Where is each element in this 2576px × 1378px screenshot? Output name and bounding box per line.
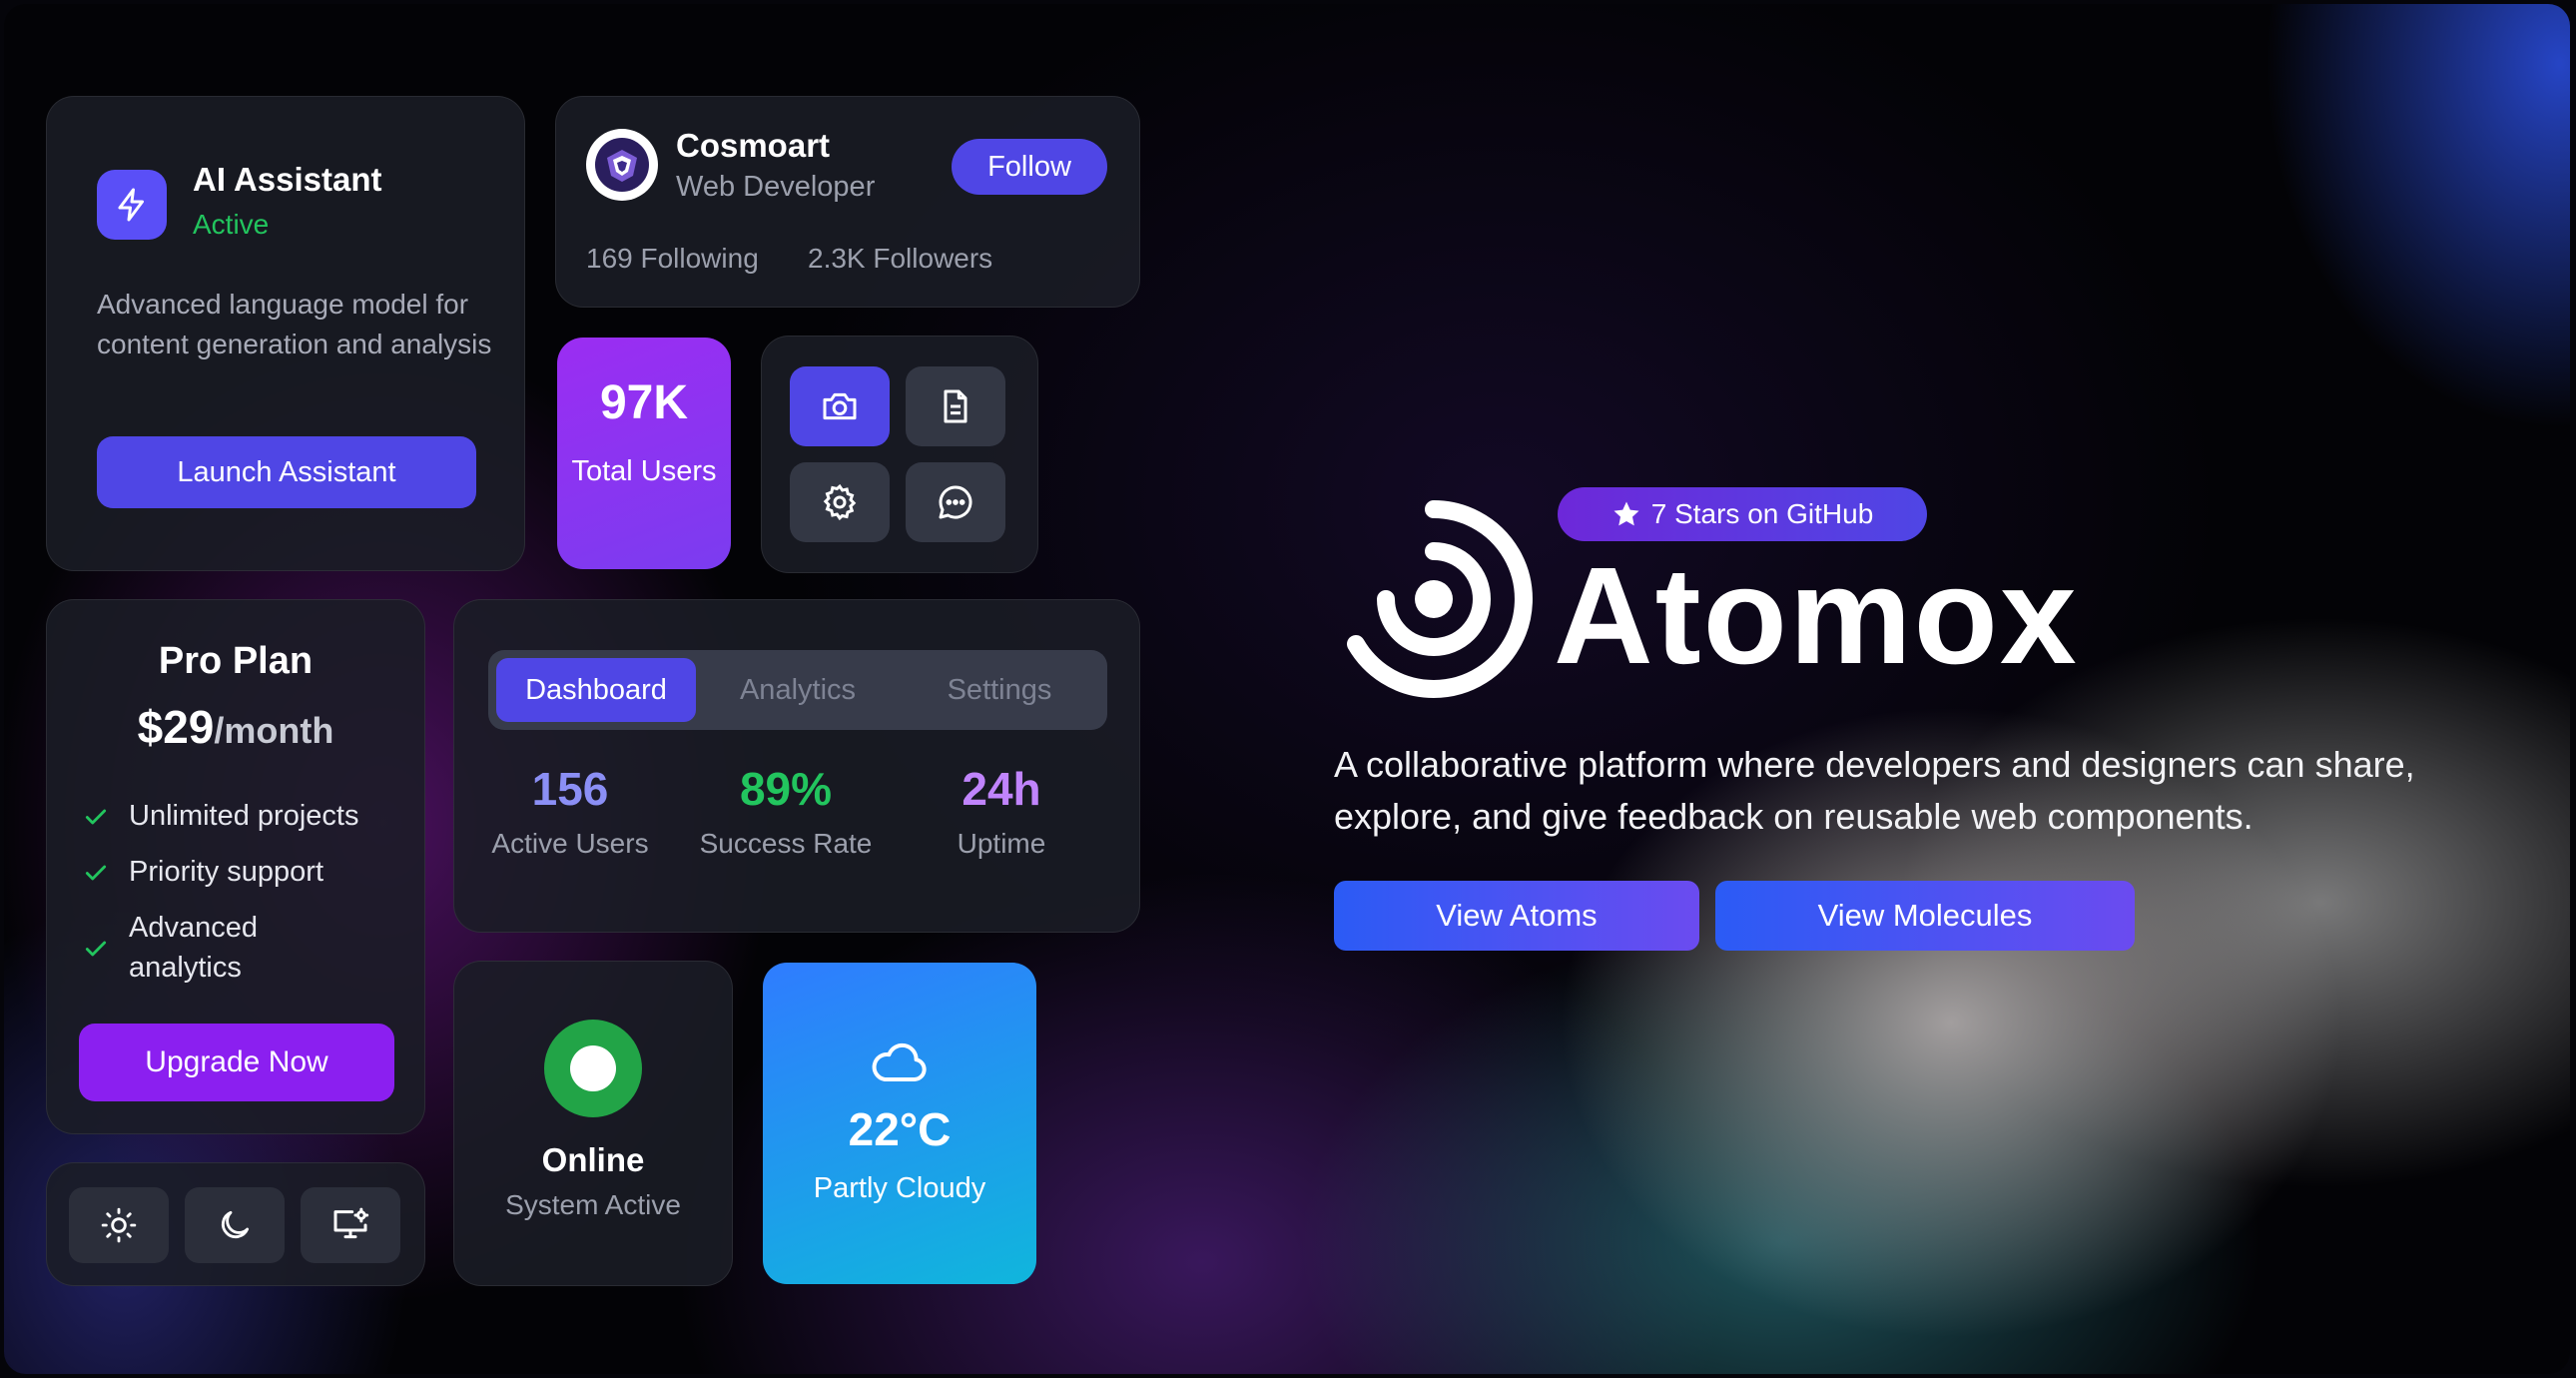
tab-dashboard[interactable]: Dashboard	[496, 658, 696, 722]
success-rate-label: Success Rate	[699, 828, 873, 859]
document-icon	[944, 389, 967, 423]
total-users-card: 97K Total Users	[557, 338, 731, 569]
view-molecules-button[interactable]: View Molecules	[1715, 881, 2135, 951]
chat-icon	[939, 485, 972, 519]
plan-price-period: /month	[214, 710, 334, 751]
plan-feature: Advanced analytics	[83, 908, 299, 988]
ai-assistant-title: AI Assistant	[193, 161, 382, 198]
check-icon	[85, 809, 107, 825]
avatar[interactable]	[586, 129, 658, 201]
ai-assistant-status: Active	[193, 209, 270, 240]
light-theme-button[interactable]	[69, 1187, 169, 1263]
weather-temperature: 22°C	[848, 1103, 952, 1155]
hero-description: A collaborative platform where developer…	[1334, 744, 2415, 837]
plan-feature-label: Priority support	[129, 856, 324, 888]
plan-price: $29/month	[47, 700, 424, 754]
plan-title: Pro Plan	[158, 640, 314, 682]
check-icon	[85, 941, 107, 957]
system-theme-button[interactable]	[301, 1187, 400, 1263]
plan-feature: Priority support	[83, 852, 398, 892]
monitor-settings-icon	[333, 1207, 369, 1239]
plan-feature-label: Unlimited projects	[129, 800, 359, 832]
status-indicator	[544, 1020, 642, 1117]
upgrade-now-button[interactable]: Upgrade Now	[79, 1024, 394, 1101]
total-users-label: Total Users	[571, 455, 717, 487]
total-users-value: 97K	[599, 376, 689, 429]
status-subtitle: System Active	[505, 1189, 681, 1220]
theme-switcher	[46, 1162, 425, 1286]
settings-button[interactable]	[790, 462, 890, 542]
document-button[interactable]	[906, 366, 1005, 446]
tab-settings[interactable]: Settings	[900, 658, 1099, 722]
dark-theme-button[interactable]	[185, 1187, 285, 1263]
hero-title: Atomox	[1554, 539, 2079, 693]
cloud-icon	[872, 1042, 927, 1081]
plan-feature: Unlimited projects	[83, 796, 398, 836]
plan-feature-label: Advanced analytics	[129, 912, 258, 984]
star-icon	[1613, 501, 1639, 526]
ai-assistant-description: Advanced language model for content gene…	[97, 289, 492, 359]
camera-icon	[823, 392, 857, 420]
uptime-label: Uptime	[957, 828, 1046, 859]
plan-price-amount: $29	[137, 701, 215, 753]
icon-grid-card	[761, 336, 1038, 573]
settings-icon	[823, 483, 857, 521]
dashboard-tabs: Dashboard Analytics Settings	[488, 650, 1107, 730]
weather-card: 22°C Partly Cloudy	[763, 963, 1036, 1284]
github-stars-badge[interactable]: 7 Stars on GitHub	[1558, 487, 1927, 541]
profile-role: Web Developer	[676, 171, 876, 203]
active-users-value: 156	[531, 763, 609, 815]
profile-card: Cosmoart Web Developer Follow 169 Follow…	[555, 96, 1140, 308]
check-icon	[85, 865, 107, 881]
chat-button[interactable]	[906, 462, 1005, 542]
followers-count[interactable]: 2.3K Followers	[808, 243, 992, 275]
tab-analytics[interactable]: Analytics	[698, 658, 898, 722]
success-rate-value: 89%	[739, 763, 833, 815]
camera-button[interactable]	[790, 366, 890, 446]
system-status-card: Online System Active	[453, 961, 733, 1286]
sun-icon	[101, 1207, 137, 1243]
weather-condition: Partly Cloudy	[813, 1172, 986, 1204]
status-title: Online	[541, 1141, 645, 1178]
dashboard-card: Dashboard Analytics Settings 156 Active …	[453, 599, 1140, 933]
following-count[interactable]: 169 Following	[586, 243, 759, 275]
atomox-logo-icon	[1347, 500, 1533, 698]
active-users-label: Active Users	[491, 828, 649, 859]
moon-icon	[221, 1210, 250, 1239]
profile-name: Cosmoart	[676, 127, 831, 164]
pro-plan-card: Pro Plan $29/month Unlimited projects Pr…	[46, 599, 425, 1134]
follow-button[interactable]: Follow	[952, 139, 1107, 195]
github-stars-label: 7 Stars on GitHub	[1650, 498, 1874, 529]
ai-assistant-card: AI Assistant Active Advanced language mo…	[46, 96, 525, 571]
lightning-icon	[97, 170, 167, 240]
launch-assistant-button[interactable]: Launch Assistant	[97, 436, 476, 508]
view-atoms-button[interactable]: View Atoms	[1334, 881, 1699, 951]
uptime-value: 24h	[962, 763, 1041, 815]
